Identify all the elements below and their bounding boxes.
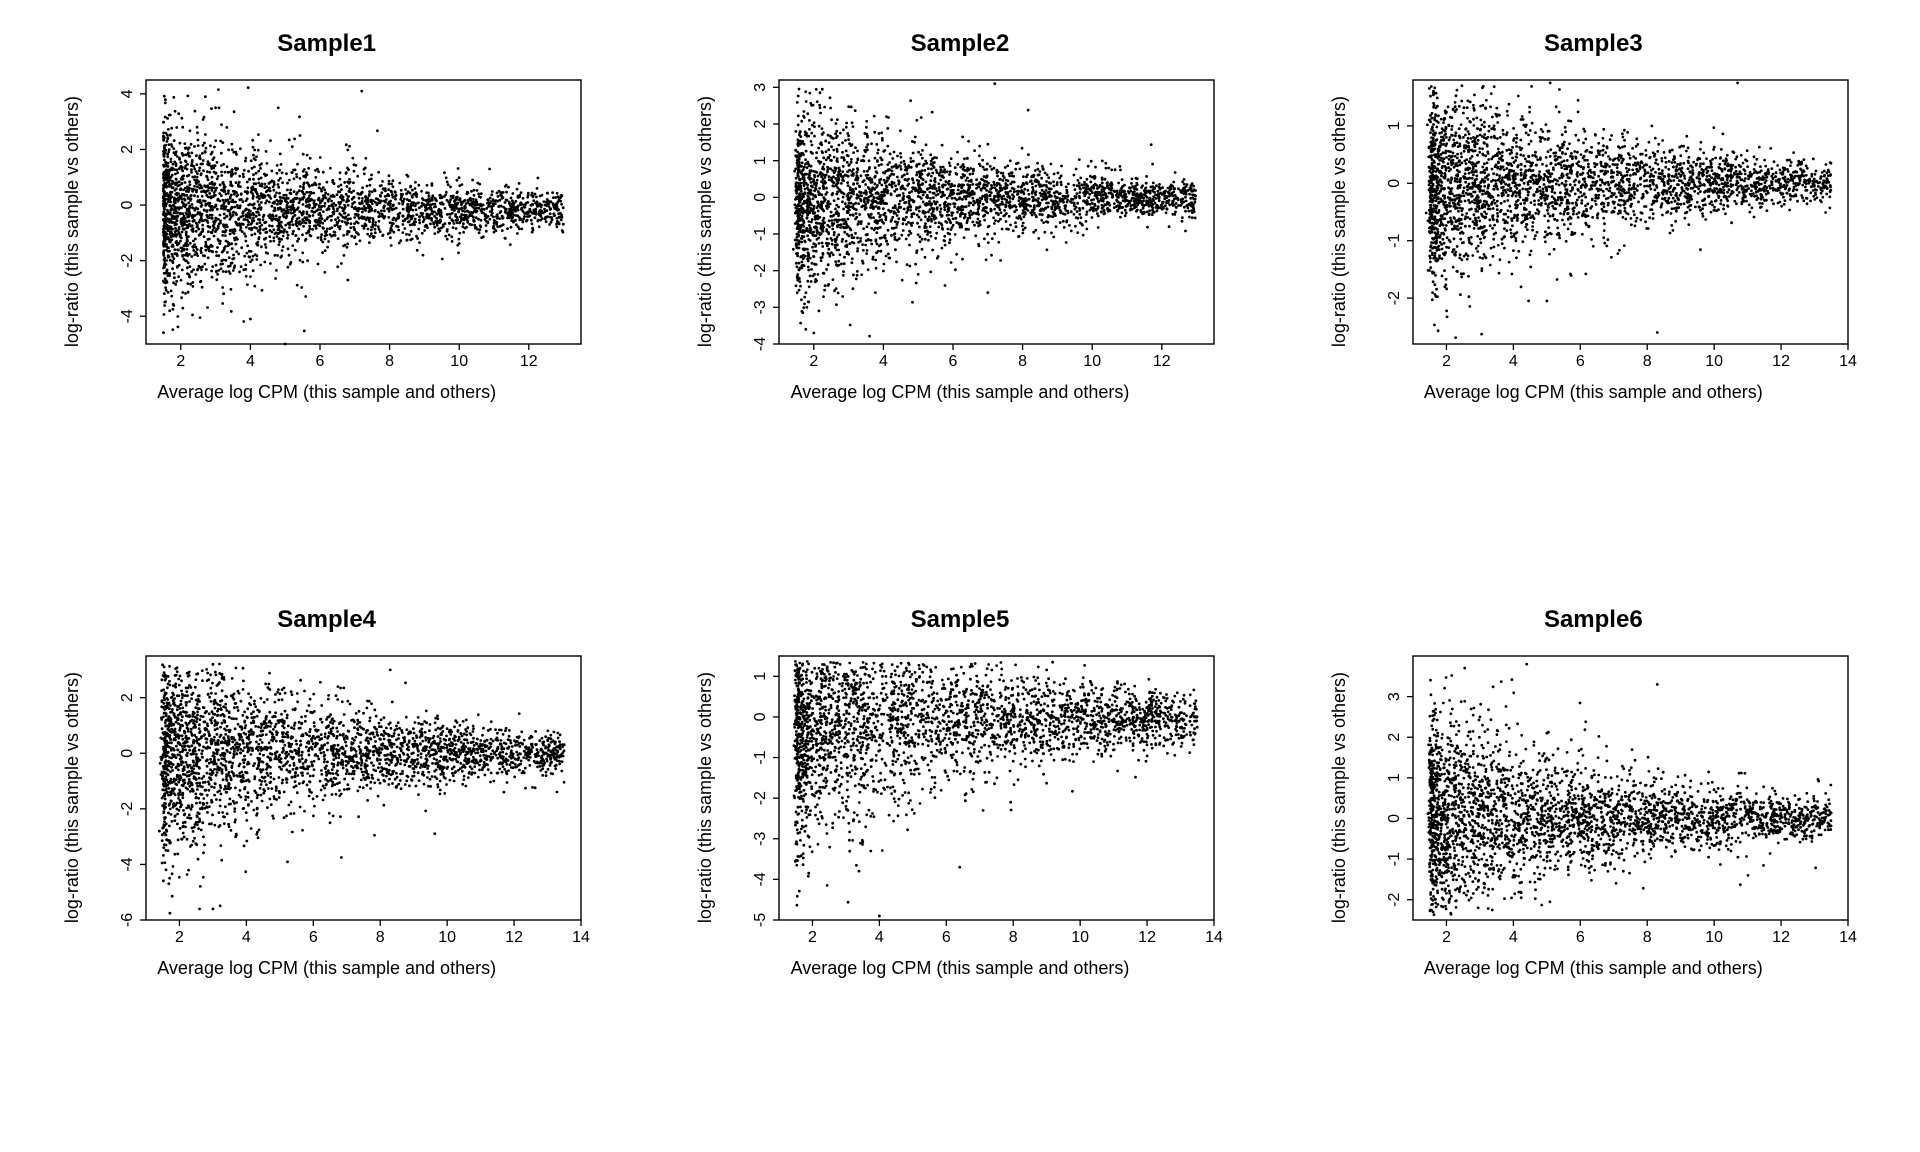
svg-text:-2: -2 [119,253,136,267]
svg-text:6: 6 [949,353,958,370]
svg-text:-4: -4 [119,309,136,323]
plot-wrap: log-ratio (this sample vs others) 2468101… [1329,72,1858,372]
scatter-plot: 2468101214-6-4-202 [91,648,591,948]
svg-text:3: 3 [752,83,769,92]
svg-text:0: 0 [752,193,769,202]
chart-grid: Sample1 log-ratio (this sample vs others)… [0,0,1920,1152]
panel-title: Sample3 [1544,30,1643,58]
plot-wrap: log-ratio (this sample vs others) 2 4 6 8 10 1… [62,72,591,372]
y-axis-label: log-ratio (this sample vs others) [1329,672,1350,923]
x-axis-label: Average log CPM (this sample and others) [791,958,1130,979]
panel-title: Sample4 [277,606,376,634]
panel-6: Sample6 log-ratio (this sample vs others)… [1297,606,1890,1142]
svg-text:12: 12 [1153,353,1171,370]
panel-4: Sample4 log-ratio (this sample vs others)… [30,606,623,1142]
plot-wrap: log-ratio (this sample vs others) 2468101… [695,648,1224,948]
svg-text:2: 2 [177,353,186,370]
svg-text:-1: -1 [752,227,769,241]
panel-2: Sample2 log-ratio (this sample vs others)… [663,30,1256,566]
svg-text:10: 10 [450,353,468,370]
panel-title: Sample1 [277,30,376,58]
svg-text:10: 10 [1084,353,1102,370]
panel-5: Sample5 log-ratio (this sample vs others)… [663,606,1256,1142]
svg-text:2: 2 [119,145,136,154]
svg-text:8: 8 [385,353,394,370]
svg-text:0: 0 [119,201,136,210]
svg-text:-2: -2 [752,263,769,277]
panel-3: Sample3 log-ratio (this sample vs others)… [1297,30,1890,566]
svg-text:-3: -3 [752,300,769,314]
plot-wrap: log-ratio (this sample vs others)2468101… [695,72,1224,372]
svg-text:8: 8 [1019,353,1028,370]
scatter-plot: 24681012-4-3-2-10123 [724,72,1224,372]
y-axis-label: log-ratio (this sample vs others) [62,672,83,923]
svg-text:4: 4 [879,353,888,370]
x-axis-label: Average log CPM (this sample and others) [157,958,496,979]
svg-text:-4: -4 [752,337,769,351]
x-axis-label: Average log CPM (this sample and others) [1424,958,1763,979]
svg-text:2: 2 [752,119,769,128]
scatter-plot: 2468101214-2-101 [1358,72,1858,372]
svg-text:12: 12 [520,353,538,370]
svg-text:1: 1 [752,156,769,165]
svg-text:2: 2 [810,353,819,370]
svg-text:4: 4 [246,353,255,370]
svg-text:6: 6 [316,353,325,370]
x-axis-label: Average log CPM (this sample and others) [791,382,1130,403]
plot-wrap: log-ratio (this sample vs others) 2468101… [1329,648,1858,948]
scatter-plot: 2 4 6 8 10 12 -4 -2 0 2 4 [91,72,591,372]
x-axis-label: Average log CPM (this sample and others) [157,382,496,403]
x-axis-label: Average log CPM (this sample and others) [1424,382,1763,403]
y-axis-label: log-ratio (this sample vs others) [695,672,716,923]
y-axis-label: log-ratio (this sample vs others) [695,96,716,347]
panel-title: Sample2 [911,30,1010,58]
panel-1: Sample1 log-ratio (this sample vs others)… [30,30,623,566]
svg-text:4: 4 [119,89,136,98]
y-axis-label: log-ratio (this sample vs others) [62,96,83,347]
y-axis-label: log-ratio (this sample vs others) [1329,96,1350,347]
plot-wrap: log-ratio (this sample vs others) 2468101… [62,648,591,948]
panel-title: Sample6 [1544,606,1643,634]
scatter-plot: 2468101214-2-10123 [1358,648,1858,948]
panel-title: Sample5 [911,606,1010,634]
scatter-plot: 2468101214-5-4-3-2-101 [724,648,1224,948]
